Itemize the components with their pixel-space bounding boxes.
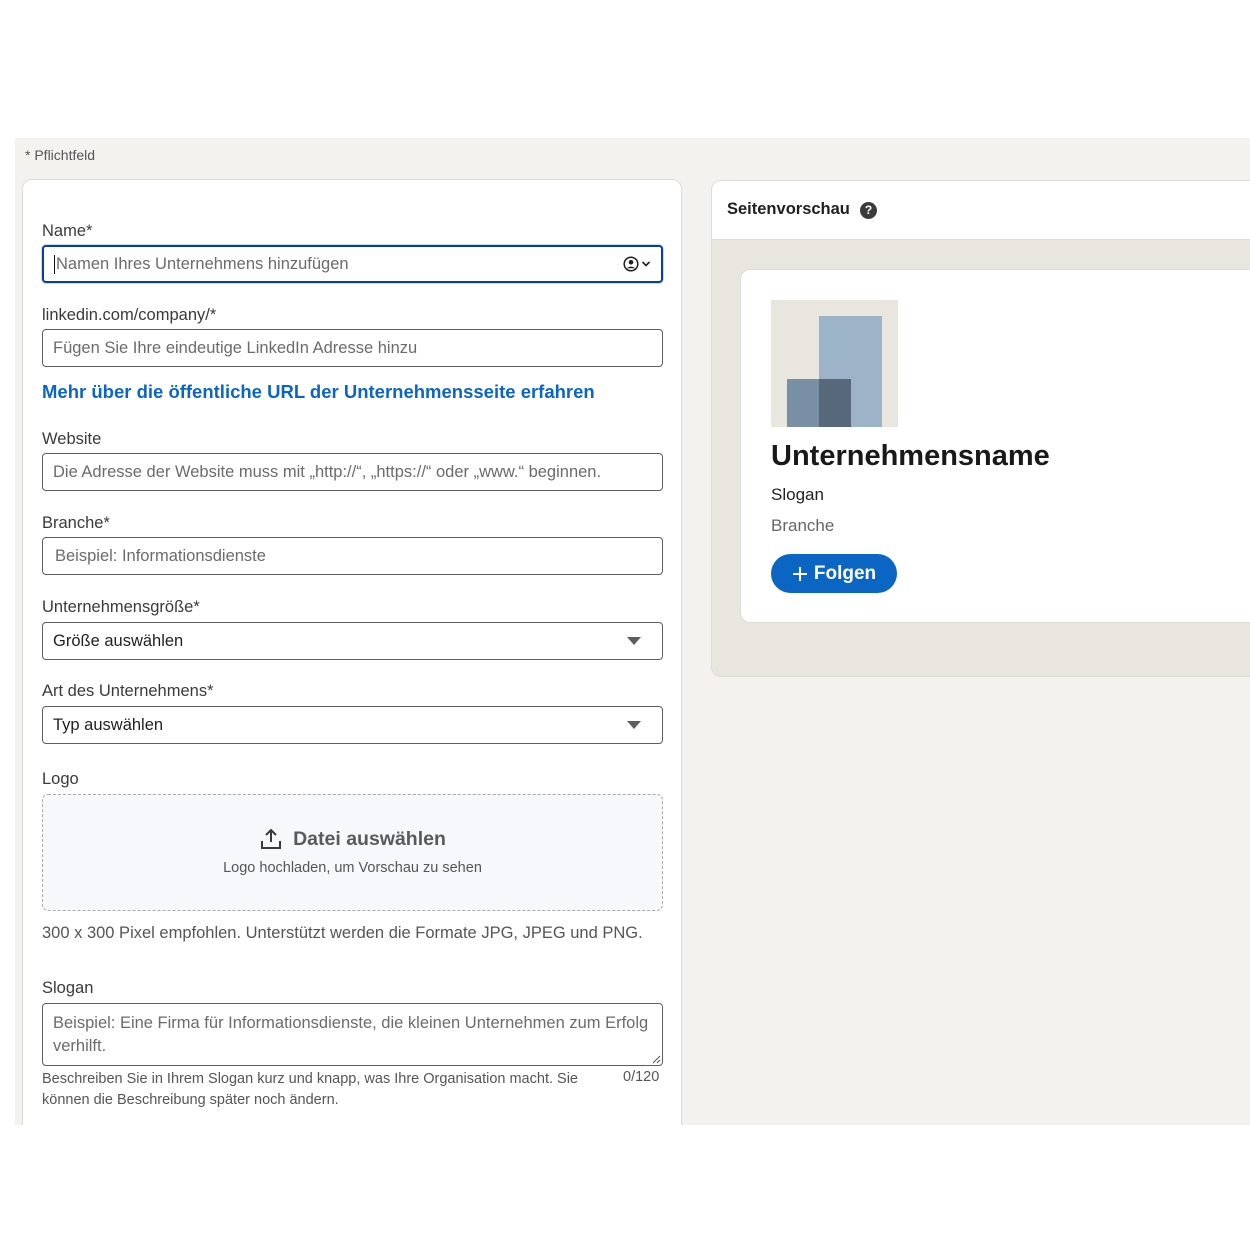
company-slogan: Slogan [771,485,824,504]
resize-handle-icon[interactable] [652,1055,661,1064]
slogan-help-text: Beschreiben Sie in Ihrem Slogan kurz und… [42,1071,578,1108]
industry-input[interactable]: Beispiel: Informationsdienste [42,537,663,575]
required-note: * Pflichtfeld [25,147,96,163]
question-circle-icon[interactable]: ? [860,202,877,219]
industry-label: Branche* [42,514,110,532]
choose-file-button[interactable]: Datei auswählen [43,827,662,851]
learn-more-url-link[interactable]: Mehr über die öffentliche URL der Untern… [42,381,595,403]
website-input-placeholder: Die Adresse der Website muss mit „http:/… [53,462,602,481]
logo-upload-hint: Logo hochladen, um Vorschau zu sehen [223,860,482,876]
company-industry: Branche [771,516,835,535]
logo-format-help: 300 x 300 Pixel empfohlen. Unterstützt w… [42,924,643,942]
plus-icon [792,566,807,581]
company-name: Unternehmensname [771,440,1050,472]
name-input[interactable]: Namen Ihres Unternehmens hinzufügen [42,245,663,283]
follow-button[interactable]: Folgen [771,554,897,593]
company-type-value: Typ auswählen [53,715,164,734]
company-size-select[interactable]: Größe auswählen [42,622,663,660]
company-type-select[interactable]: Typ auswählen [42,706,663,744]
preview-title: Seitenvorschau [727,200,850,218]
follow-label: Folgen [813,562,877,584]
chevron-down-icon [641,261,651,267]
name-label: Name* [42,222,93,240]
website-label: Website [42,430,102,448]
account-toggle-icon[interactable] [623,256,651,272]
company-size-value: Größe auswählen [53,631,184,650]
slogan-label: Slogan [42,979,94,997]
website-input[interactable]: Die Adresse der Website muss mit „http:/… [42,453,663,491]
url-input[interactable]: Fügen Sie Ihre eindeutige LinkedIn Adres… [42,329,663,367]
industry-input-placeholder: Beispiel: Informationsdienste [55,546,266,565]
slogan-char-counter: 0/120 [623,1069,660,1085]
company-preview-card: Unternehmensname Slogan Branche Folgen [740,269,1250,623]
page-preview-panel: Seitenvorschau ? Unternehmensname Slogan… [711,180,1250,677]
preview-header: Seitenvorschau ? [712,181,1250,240]
choose-file-label: Datei auswählen [293,827,446,850]
name-input-placeholder: Namen Ihres Unternehmens hinzufügen [56,254,349,273]
company-type-label: Art des Unternehmens* [42,682,214,700]
logo-upload-dropzone[interactable]: Datei auswählen Logo hochladen, um Vorsc… [42,794,663,911]
company-size-label: Unternehmensgröße* [42,598,200,616]
slogan-placeholder: Beispiel: Eine Firma für Informationsdie… [53,1014,649,1055]
company-logo-placeholder [771,300,898,427]
company-form-card: Name* Namen Ihres Unternehmens hinzufüge… [22,179,682,1125]
slogan-textarea[interactable]: Beispiel: Eine Firma für Informationsdie… [42,1003,663,1066]
text-cursor [54,254,55,274]
url-label: linkedin.com/company/* [42,306,217,324]
upload-icon [261,828,282,849]
url-input-placeholder: Fügen Sie Ihre eindeutige LinkedIn Adres… [53,338,418,357]
dropdown-arrow-icon [627,637,641,645]
logo-label: Logo [42,770,79,788]
company-page-create-app: * Pflichtfeld Name* Namen Ihres Unterneh… [15,138,1250,1125]
dropdown-arrow-icon [627,721,641,729]
